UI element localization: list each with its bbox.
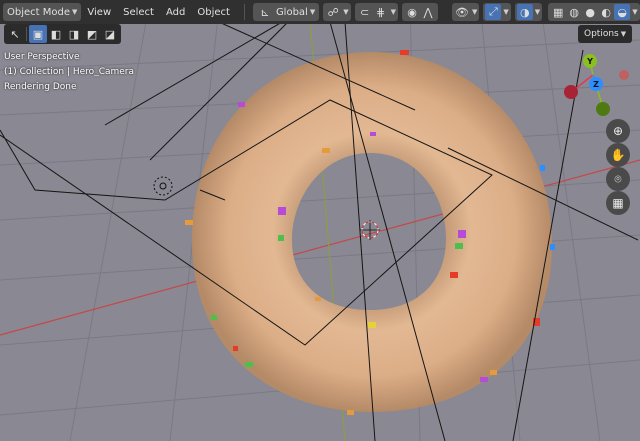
snap-controls[interactable]: ⊂ ⋕ ▼ — [354, 3, 399, 21]
separator — [243, 4, 245, 20]
select-intersect-icon[interactable]: ◪ — [101, 25, 119, 43]
magnet-icon[interactable]: ⊂ — [357, 4, 373, 20]
material-shading-icon[interactable]: ◐ — [598, 4, 614, 20]
overlays-icon[interactable]: ◑ — [516, 4, 533, 20]
solid-shading-icon[interactable]: ● — [582, 4, 598, 20]
gizmo-neg-z-axis[interactable] — [619, 70, 629, 80]
chevron-down-icon: ▼ — [472, 8, 478, 16]
transform-orientation-label: Global — [275, 6, 308, 18]
select-subtract-icon[interactable]: ◨ — [65, 25, 83, 43]
chevron-down-icon: ▼ — [503, 8, 509, 16]
xray-icon[interactable]: ▦ — [550, 4, 566, 20]
camera-view-button[interactable]: ⌾ — [606, 167, 630, 191]
hand-pan-icon: ✋ — [610, 148, 626, 162]
wireframe-shading-icon[interactable]: ◍ — [566, 4, 582, 20]
select-difference-icon[interactable]: ◩ — [83, 25, 101, 43]
grid-icon: ▦ — [612, 196, 624, 210]
chevron-down-icon: ▼ — [632, 8, 638, 16]
menu-select[interactable]: Select — [117, 3, 160, 21]
gizmo-y-axis[interactable]: Y — [583, 54, 597, 68]
menu-view[interactable]: View — [81, 3, 117, 21]
overlays-toggle[interactable]: ◑ ▼ — [514, 3, 543, 21]
blender-window: Object Mode ▼ View Select Add Object ⊾ G… — [0, 0, 640, 441]
gizmo-neg-x-axis[interactable] — [564, 85, 578, 99]
chevron-down-icon: ▼ — [343, 8, 349, 16]
orientation-axes-icon: ⊾ — [260, 5, 270, 19]
zoom-icon: ⊕ — [612, 124, 624, 138]
select-extend-icon[interactable]: ◧ — [47, 25, 65, 43]
collection-info: (1) Collection | Hero_Camera — [4, 67, 135, 77]
chevron-down-icon: ▼ — [309, 8, 316, 16]
proportional-edit-controls[interactable]: ◉ ⋀ — [402, 3, 439, 21]
gizmo-icon[interactable]: ⤢ — [485, 4, 502, 20]
chevron-down-icon: ▼ — [620, 30, 627, 38]
chevron-down-icon: ▼ — [390, 8, 397, 16]
snap-increment-icon[interactable]: ⋕ — [373, 4, 389, 20]
chevron-down-icon: ▼ — [534, 8, 541, 16]
transform-orientation-dropdown[interactable]: ⊾ Global ▼ — [252, 3, 320, 21]
chevron-down-icon: ▼ — [72, 8, 78, 16]
viewport-header: Object Mode ▼ View Select Add Object ⊾ G… — [0, 0, 640, 24]
cursor-icon[interactable]: ↖ — [6, 25, 24, 43]
render-status: Rendering Done — [4, 82, 77, 92]
gizmo-z-axis[interactable]: Z — [589, 77, 603, 91]
mode-dropdown[interactable]: Object Mode ▼ — [3, 3, 82, 21]
separator — [26, 27, 27, 41]
link-pivot-icon: ☍ — [327, 5, 339, 19]
perspective-toggle-button[interactable]: ▦ — [606, 191, 630, 215]
eye-icon: 👁 — [455, 5, 469, 19]
select-mode-toolbar: ↖ ▣ ◧ ◨ ◩ ◪ — [4, 24, 121, 44]
proportional-edit-icon[interactable]: ◉ — [404, 4, 420, 20]
gizmo-neg-y-axis[interactable] — [596, 102, 610, 116]
gizmo-z-label: Z — [593, 79, 599, 89]
pan-button[interactable]: ✋ — [606, 143, 630, 167]
zoom-button[interactable]: ⊕ — [606, 119, 630, 143]
mode-label: Object Mode — [7, 6, 70, 18]
shading-modes[interactable]: ▦ ◍ ● ◐ ◒ ▼ — [548, 3, 640, 21]
visibility-dropdown[interactable]: 👁 ▼ — [452, 3, 480, 21]
view-name: User Perspective — [4, 52, 80, 62]
rendered-shading-icon[interactable]: ◒ — [614, 4, 631, 20]
gizmo-toggle[interactable]: ⤢ ▼ — [483, 3, 511, 21]
pivot-point-dropdown[interactable]: ☍ ▼ — [323, 3, 351, 21]
select-new-icon[interactable]: ▣ — [29, 25, 47, 43]
options-dropdown[interactable]: Options ▼ — [578, 25, 633, 43]
menu-add[interactable]: Add — [160, 3, 191, 21]
menu-object[interactable]: Object — [191, 3, 236, 21]
options-label: Options — [584, 29, 619, 39]
falloff-curve-icon[interactable]: ⋀ — [420, 4, 436, 20]
gizmo-y-label: Y — [587, 56, 593, 66]
camera-icon: ⌾ — [614, 171, 622, 186]
